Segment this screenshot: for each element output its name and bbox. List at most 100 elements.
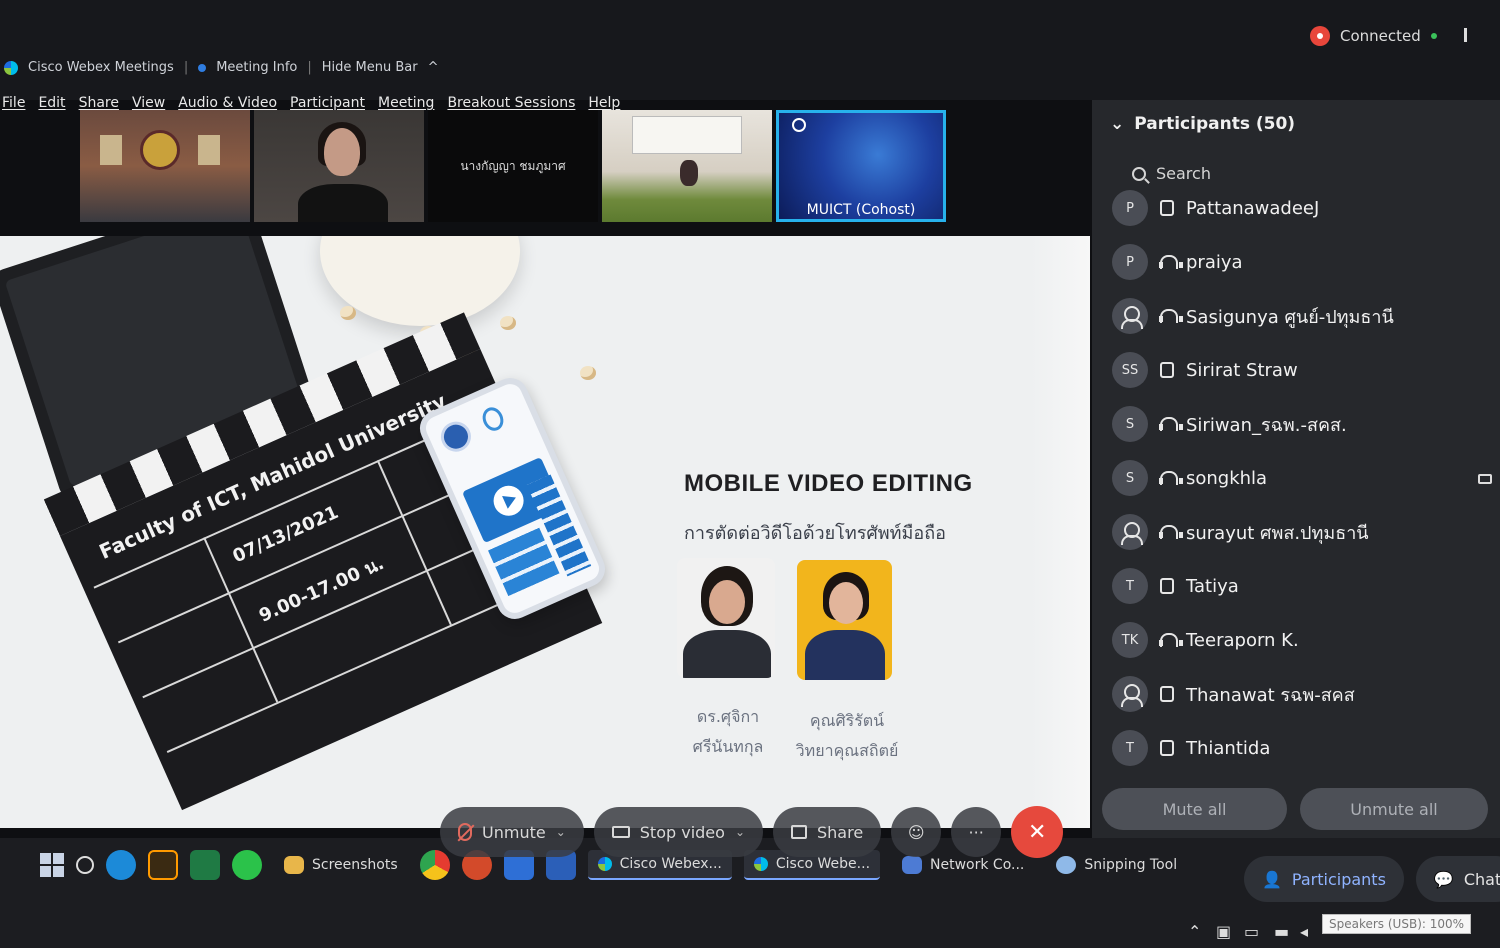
popcorn-kernel — [500, 316, 516, 330]
menu-audio-video[interactable]: Audio & Video — [178, 95, 277, 111]
avatar: SS — [1112, 352, 1148, 388]
avatar: T — [1112, 568, 1148, 604]
menu-breakout-sessions[interactable]: Breakout Sessions — [447, 95, 575, 111]
tray-app-icon[interactable]: ▣ — [1216, 922, 1231, 941]
end-meeting-button[interactable]: ✕ — [1011, 806, 1064, 858]
video-thumbnail[interactable]: นางกัญญา ชมภูมาศ — [428, 110, 598, 222]
divider: | — [307, 60, 312, 75]
participant-row[interactable]: P PattanawadeeJ — [1112, 190, 1319, 228]
participants-count: Participants (50) — [1134, 114, 1296, 134]
windows-start-icon[interactable] — [40, 853, 64, 877]
participant-name: surayut ศพส.ปทุมธานี — [1186, 522, 1369, 544]
hide-menu-bar-link[interactable]: Hide Menu Bar — [322, 60, 418, 75]
ict-logo-icon — [478, 404, 508, 435]
active-video-thumbnail[interactable]: MUICT (Cohost) — [776, 110, 946, 222]
chat-tab-button[interactable]: 💬 Chat — [1415, 856, 1500, 902]
excel-icon[interactable] — [190, 850, 220, 880]
mute-all-button[interactable]: Mute all — [1102, 788, 1287, 830]
battery-icon[interactable]: ▬ — [1274, 922, 1289, 941]
video-camera-icon[interactable] — [1478, 474, 1492, 484]
participants-icon: 👤 — [1262, 869, 1282, 889]
portrait-frame — [100, 135, 122, 165]
participant-name: Siriwan_รฉพ.-สคส. — [1186, 414, 1347, 436]
headset-icon — [1159, 524, 1183, 540]
search-input[interactable]: Search — [1156, 164, 1211, 183]
participant-row[interactable]: Sasigunya ศูนย์-ปทุมธานี — [1112, 296, 1394, 336]
participant-row[interactable]: S songkhla — [1112, 458, 1267, 498]
chevron-down-icon[interactable]: ⌄ — [1110, 114, 1124, 134]
chevron-down-icon[interactable]: ⌄ — [735, 825, 745, 839]
search-icon — [1132, 166, 1146, 181]
illustrator-icon[interactable] — [148, 850, 178, 880]
headset-icon — [1159, 416, 1183, 432]
participant-row[interactable]: S Siriwan_รฉพ.-สคส. — [1112, 404, 1347, 444]
line-icon[interactable] — [232, 850, 262, 880]
participants-tab-button[interactable]: 👤 Participants — [1244, 856, 1404, 902]
menu-view[interactable]: View — [132, 95, 165, 111]
top-bar — [0, 0, 1500, 100]
connection-status[interactable]: Connected — [1310, 26, 1437, 46]
taskbar-snipping[interactable]: Snipping Tool — [1046, 850, 1187, 880]
clapper-date: 07/13/2021 — [229, 501, 342, 568]
webex-logo-icon — [4, 60, 18, 75]
title-bar: Cisco Webex Meetings | Meeting Info | Hi… — [4, 60, 439, 75]
share-button[interactable]: Share — [773, 807, 882, 857]
chevron-down-icon[interactable]: ⌄ — [556, 825, 566, 839]
menu-participant[interactable]: Participant — [290, 95, 365, 111]
menu-share[interactable]: Share — [79, 95, 119, 111]
search-icon[interactable] — [76, 856, 94, 874]
more-options-button[interactable]: ··· — [951, 807, 1002, 857]
menu-help[interactable]: Help — [588, 95, 620, 111]
participant-row[interactable]: surayut ศพส.ปทุมธานี — [1112, 512, 1369, 552]
chat-icon: 💬 — [1433, 869, 1454, 889]
participant-search[interactable]: Search — [1132, 164, 1211, 183]
unmute-label: Unmute — [482, 822, 546, 842]
participant-row[interactable]: Thanawat รฉพ-สคส — [1112, 674, 1355, 714]
record-icon — [1310, 26, 1330, 46]
phone-icon — [1160, 578, 1174, 594]
app-name: Cisco Webex Meetings — [28, 60, 174, 75]
stop-video-label: Stop video — [639, 822, 725, 842]
participants-header[interactable]: ⌄ Participants (50) — [1110, 114, 1295, 134]
headset-icon — [1159, 254, 1183, 270]
mic-muted-icon — [458, 823, 472, 841]
participant-name: Sasigunya ศูนย์-ปทุมธานี — [1186, 306, 1394, 328]
participant-row[interactable]: P praiya — [1112, 242, 1243, 282]
participant-row[interactable]: SS Sirirat Straw — [1112, 350, 1298, 390]
person-silhouette — [805, 630, 885, 680]
participant-row[interactable]: TK Teeraporn K. — [1112, 620, 1299, 660]
webex-logo-icon — [753, 857, 768, 871]
video-thumbnail[interactable] — [602, 110, 772, 222]
reactions-button[interactable]: ☺ — [891, 807, 942, 857]
display-icon[interactable]: ▭ — [1244, 922, 1259, 941]
participant-name: PattanawadeeJ — [1186, 197, 1320, 219]
chevron-up-icon[interactable]: ⌃ — [1188, 922, 1201, 941]
panel-tabs: 👤 Participants 💬 Chat — [1244, 856, 1500, 902]
menu-edit[interactable]: Edit — [38, 95, 65, 111]
participant-row[interactable]: T Thiantida — [1112, 728, 1270, 768]
smiley-icon: ☺ — [907, 822, 925, 842]
banner — [632, 116, 742, 154]
unmute-all-button[interactable]: Unmute all — [1300, 788, 1488, 830]
unmute-button[interactable]: Unmute ⌄ — [440, 807, 584, 857]
panel-toggle-icon[interactable] — [1464, 28, 1467, 42]
speaker-icon[interactable]: ◂ — [1300, 922, 1308, 941]
stop-video-button[interactable]: Stop video ⌄ — [593, 807, 763, 857]
network-icon — [902, 856, 923, 874]
video-thumbnail[interactable] — [254, 110, 424, 222]
status-dot-icon — [1430, 33, 1437, 39]
meeting-info-link[interactable]: Meeting Info — [216, 60, 297, 75]
media-cards — [488, 527, 560, 597]
menu-meeting[interactable]: Meeting — [378, 95, 434, 111]
edge-icon[interactable] — [106, 850, 136, 880]
participant-row[interactable]: T Tatiya — [1112, 566, 1239, 606]
person-silhouette — [709, 580, 745, 624]
participant-name: Sirirat Straw — [1186, 359, 1298, 381]
participant-name: praiya — [1186, 251, 1243, 273]
chevron-up-icon[interactable]: ^ — [428, 60, 439, 75]
menu-file[interactable]: File — [2, 95, 25, 111]
phone-icon — [1160, 740, 1174, 756]
video-thumbnail[interactable] — [80, 110, 250, 222]
participant-name: Thanawat รฉพ-สคส — [1186, 684, 1355, 706]
taskbar-screenshots[interactable]: Screenshots — [274, 850, 408, 880]
